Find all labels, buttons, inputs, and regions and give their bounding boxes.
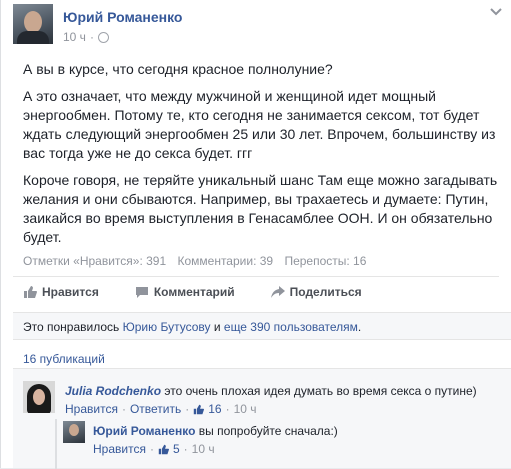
reply-thread-line — [55, 419, 57, 469]
share-label: Поделиться — [289, 285, 362, 299]
share-icon — [270, 286, 285, 298]
separator: · — [89, 30, 94, 44]
comments-count[interactable]: Комментарии: 39 — [177, 254, 273, 268]
comment-text: вы попробуйте сначала:) — [198, 424, 338, 438]
avatar[interactable] — [23, 381, 55, 413]
comment-author[interactable]: Юрий Романенко — [93, 424, 195, 438]
comment-reply: Юрий Романенко вы попробуйте сначала:) — [93, 423, 338, 439]
action-bar: Нравится Комментарий Поделиться — [23, 285, 398, 299]
post-card: Юрий Романенко 10 ч · А вы в курсе, что … — [0, 0, 511, 469]
separator: · — [225, 402, 230, 416]
likes-count[interactable]: Отметки «Нравится»: 391 — [23, 254, 166, 268]
divider — [13, 276, 499, 277]
other-likers-link[interactable]: еще 390 пользователям — [224, 320, 358, 334]
comment-meta: Нравится · Ответить · 16 · 10 ч — [65, 402, 257, 416]
comment-button[interactable]: Комментарий — [135, 285, 235, 299]
comment-like-link[interactable]: Нравится — [93, 442, 146, 456]
shares-count[interactable]: Перепосты: 16 — [284, 254, 366, 268]
post-paragraph: А это означает, что между мужчиной и жен… — [23, 88, 496, 161]
author-avatar[interactable] — [13, 4, 53, 44]
comment-label: Комментарий — [153, 285, 235, 299]
comment-icon — [135, 287, 148, 298]
comment-likes-count[interactable]: 16 — [208, 402, 221, 416]
separator: · — [185, 402, 190, 416]
chevron-down-icon[interactable] — [489, 6, 503, 18]
thumbs-up-icon — [194, 404, 205, 414]
author-name[interactable]: Юрий Романенко — [63, 9, 182, 25]
post-paragraph: А вы в курсе, что сегодня красное полнол… — [23, 61, 333, 77]
separator: · — [149, 442, 154, 456]
like-button[interactable]: Нравится — [23, 285, 99, 299]
post-stats: Отметки «Нравится»: 391 Комментарии: 39 … — [23, 254, 374, 268]
avatar[interactable] — [63, 421, 85, 443]
comment-reply-link[interactable]: Ответить — [130, 402, 181, 416]
thumbs-up-icon — [158, 444, 169, 454]
comment-text: это очень плохая идея думать во время се… — [164, 384, 477, 398]
post-paragraph: Короче говоря, не теряйте уникальный шан… — [23, 172, 498, 245]
separator: · — [183, 442, 188, 456]
comment-time[interactable]: 10 ч — [234, 402, 257, 416]
post-meta: 10 ч · — [63, 30, 109, 44]
comment-time[interactable]: 10 ч — [192, 442, 215, 456]
comment-meta: Нравится · 5 · 10 ч — [93, 442, 215, 456]
likes-suffix: . — [357, 320, 362, 334]
comment-like-link[interactable]: Нравится — [65, 402, 118, 416]
share-button[interactable]: Поделиться — [270, 285, 362, 299]
comment-author[interactable]: Julia Rodchenko — [65, 384, 161, 398]
comment: Julia Rodchenko это очень плохая идея ду… — [65, 383, 477, 399]
thumbs-up-icon — [24, 286, 37, 298]
likes-summary: Это понравилось Юрию Бутусову и еще 390 … — [13, 312, 511, 340]
shares-link[interactable]: 16 публикаций — [23, 352, 105, 366]
like-label: Нравится — [42, 285, 99, 299]
likes-prefix: Это понравилось — [23, 320, 120, 334]
post-body: А вы в курсе, что сегодня красное полнол… — [23, 60, 503, 255]
post-time[interactable]: 10 ч — [63, 30, 86, 44]
liker-link[interactable]: Юрию Бутусову — [123, 320, 211, 334]
separator: · — [121, 402, 126, 416]
likes-and: и — [213, 320, 221, 334]
comment-likes-count[interactable]: 5 — [173, 442, 180, 456]
comments-section: Julia Rodchenko это очень плохая идея ду… — [13, 368, 511, 469]
globe-icon — [97, 31, 109, 43]
